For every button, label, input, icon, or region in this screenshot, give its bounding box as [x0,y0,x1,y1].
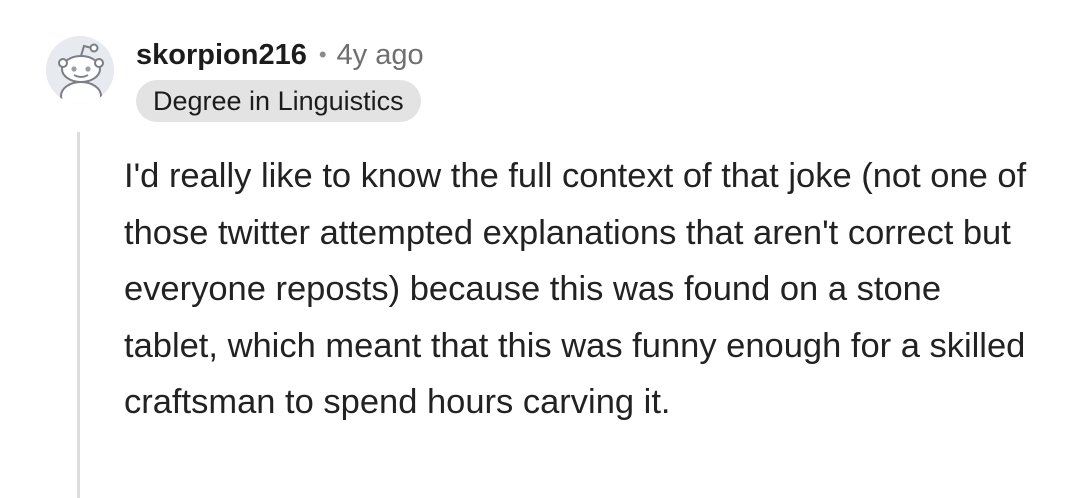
comment: skorpion216 • 4y ago Degree in Linguisti… [0,0,1080,498]
comment-body: I'd really like to know the full context… [124,157,1027,421]
meta-separator: • [318,42,327,67]
snoo-avatar-icon[interactable] [46,36,114,104]
user-flair: Degree in Linguistics [136,80,421,122]
username-link[interactable]: skorpion216 [136,39,307,72]
comment-age: 4y ago [336,38,424,71]
thread-collapse-line[interactable] [77,132,80,498]
comment-header: skorpion216 • 4y ago [136,36,424,74]
